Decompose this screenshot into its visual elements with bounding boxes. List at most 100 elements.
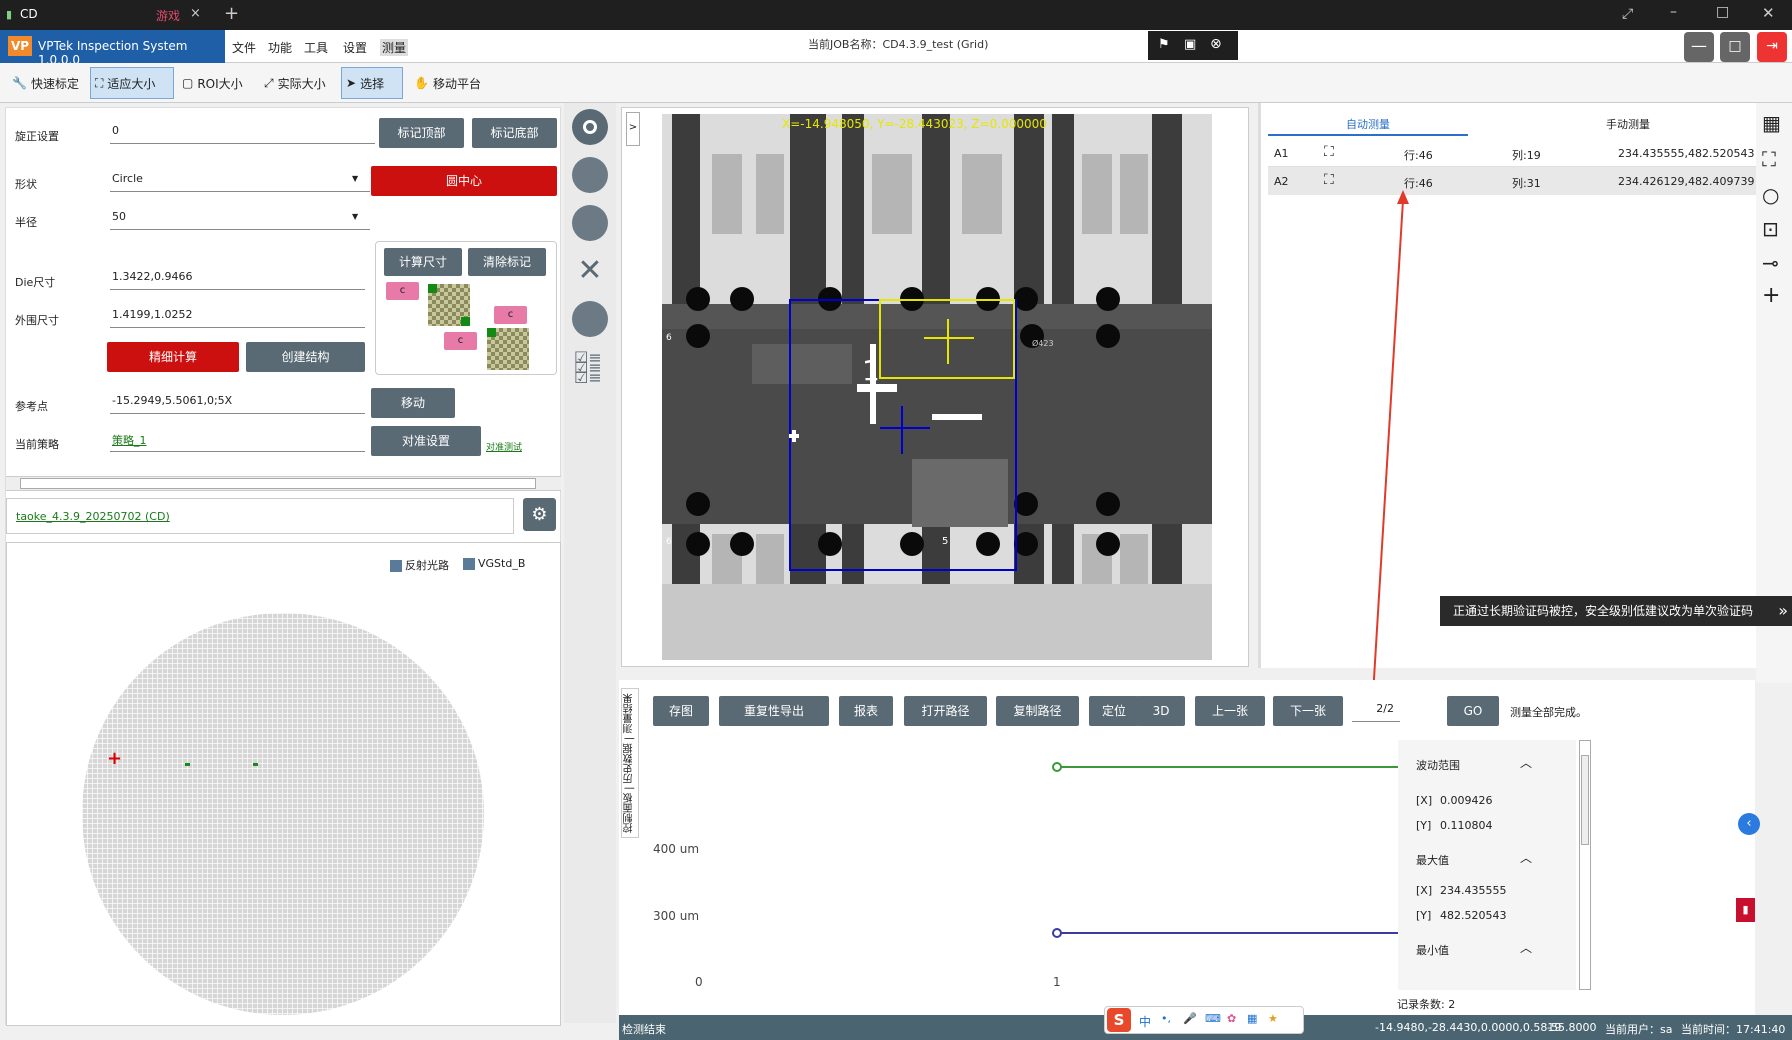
wafer-map[interactable] [82, 613, 484, 1015]
policy-link[interactable]: 策略_1 [110, 432, 365, 452]
corner-marker-1[interactable]: c [386, 282, 419, 300]
focus-icon[interactable]: ⛶ [1324, 172, 1334, 188]
rotate-input[interactable]: 0 [110, 124, 375, 144]
tab-control-panel[interactable]: 控制面板 [624, 793, 635, 833]
app-exit-button[interactable]: ⇥ [1757, 32, 1787, 62]
tools-icon[interactable]: ★ [1268, 1012, 1278, 1025]
fullscreen-icon[interactable]: ⤢ [1622, 6, 1633, 22]
ime-mode[interactable]: 中 [1139, 1013, 1151, 1030]
stats-scroll-thumb[interactable] [1581, 755, 1589, 845]
actual-size-button[interactable]: ⤢ 实际大小 [260, 67, 330, 99]
punctuation-icon[interactable]: •, [1161, 1012, 1171, 1025]
line-tool-icon[interactable]: ⊸ [1762, 251, 1779, 275]
menu-file[interactable]: 文件 [232, 39, 256, 56]
keyboard-icon[interactable]: ⌨ [1205, 1012, 1221, 1025]
go-button[interactable]: GO [1447, 696, 1499, 726]
image-frame-icon[interactable] [572, 301, 608, 337]
menu-measure[interactable]: 测量 [380, 39, 409, 56]
panel-splitter[interactable] [1258, 103, 1261, 668]
fit-size-button[interactable]: ⛶ 适应大小 [90, 67, 174, 99]
move-stage-button[interactable]: ✋ 移动平台 [410, 67, 485, 99]
report-button[interactable]: 报表 [839, 696, 893, 726]
roi-size-button[interactable]: ▢ ROI大小 [178, 67, 247, 99]
collapse-icon[interactable]: ‹ [1738, 813, 1760, 835]
outer-size-input[interactable]: 1.4199,1.0252 [110, 308, 365, 328]
corner-marker-3[interactable]: c [444, 332, 477, 350]
circle-center-button[interactable]: 圆中心 [371, 166, 557, 196]
network-list-icon[interactable] [572, 157, 608, 193]
image-viewer[interactable]: > 1 5 6 6 Ø423 X=-14.948050, Y=-28.44302… [621, 107, 1249, 667]
horizontal-scrollbar[interactable] [6, 476, 561, 491]
chevron-up-icon[interactable]: ︿ [1520, 849, 1532, 866]
circle-tool-icon[interactable]: ○ [1762, 183, 1779, 207]
open-path-button[interactable]: 打开路径 [904, 696, 987, 726]
page-input[interactable]: 2/2 [1352, 702, 1400, 722]
create-structure-button[interactable]: 创建结构 [246, 342, 365, 372]
mark-bottom-button[interactable]: 标记底部 [472, 118, 557, 148]
maximize-icon[interactable]: □ [1716, 4, 1729, 20]
chevron-up-icon[interactable]: ︿ [1520, 939, 1532, 956]
reflect-path-checkbox[interactable]: 反射光路 [390, 557, 449, 573]
settings-gear-icon[interactable]: ⚙ [523, 498, 556, 531]
quick-calibrate-button[interactable]: 🔧 快速标定 [8, 67, 83, 99]
calc-size-button[interactable]: 计算尺寸 [384, 248, 462, 276]
close-tab-icon[interactable]: × [190, 6, 201, 21]
tab-history[interactable]: 历史数据 [624, 743, 635, 783]
menu-settings[interactable]: 设置 [343, 39, 367, 56]
radius-select[interactable]: 50 [110, 210, 370, 230]
corner-marker-2[interactable]: c [494, 306, 527, 324]
inspection-image[interactable]: 1 5 6 6 Ø423 X=-14.948050, Y=-28.443023,… [662, 114, 1212, 660]
chevron-up-icon[interactable]: ︿ [1520, 754, 1532, 771]
tab-results[interactable]: 测量结果 [624, 693, 635, 733]
mic-icon[interactable]: 🎤 [1183, 1012, 1197, 1025]
move-button[interactable]: 移动 [371, 388, 455, 418]
app-maximize-button[interactable]: □ [1720, 32, 1750, 62]
shape-select[interactable]: Circle [110, 172, 370, 192]
ref-point-input[interactable]: -15.2949,5.5061,0;5X [110, 394, 365, 414]
mark-top-button[interactable]: 标记顶部 [379, 118, 464, 148]
minimize-icon[interactable]: – [1670, 4, 1677, 20]
screen-icon[interactable]: ▣ [1184, 37, 1196, 52]
table-row[interactable]: A2 ⛶ 行:46 列:31 234.426129,482.409739 [1268, 167, 1760, 195]
sogou-logo-icon[interactable]: S [1107, 1008, 1131, 1032]
table-row[interactable]: A1 ⛶ 行:46 列:19 234.435555,482.520543 [1268, 139, 1760, 167]
align-settings-button[interactable]: 对准设置 [371, 426, 481, 456]
menu-function[interactable]: 功能 [268, 39, 292, 56]
save-image-button[interactable]: 存图 [653, 696, 709, 726]
checklist-icon[interactable]: ☑≡ ☑≡ ☑≡ [574, 350, 608, 386]
stats-scrollbar[interactable] [1579, 740, 1591, 990]
grid-tool-icon[interactable]: ▦ [1762, 111, 1781, 135]
skin-icon[interactable]: ✿ [1227, 1012, 1236, 1025]
fine-calc-button[interactable]: 精细计算 [107, 342, 239, 372]
grid-globe-icon[interactable] [572, 205, 608, 241]
chevron-right-icon[interactable]: » [1778, 596, 1788, 626]
recipe-link[interactable]: taoke_4.3.9_20250702 (CD) [16, 510, 170, 523]
die-size-input[interactable]: 1.3422,0.9466 [110, 270, 365, 290]
repeat-export-button[interactable]: 重复性导出 [719, 696, 829, 726]
vgstd-checkbox[interactable]: VGStd_B [463, 557, 525, 570]
new-tab-icon[interactable]: + [224, 3, 239, 24]
bookmark-icon[interactable]: ▮ [1736, 898, 1755, 922]
expand-arrow-icon[interactable]: > [626, 112, 640, 146]
center-tool-icon[interactable]: ⊡ [1762, 217, 1779, 241]
tab-manual-measure[interactable]: 手动测量 [1528, 116, 1728, 132]
3d-button[interactable]: 3D [1137, 696, 1185, 726]
frame-tool-icon[interactable]: ⛶ [1762, 147, 1776, 171]
focus-icon[interactable]: ⛶ [1324, 144, 1334, 160]
next-button[interactable]: 下一张 [1273, 696, 1343, 726]
menu-tools[interactable]: 工具 [304, 39, 328, 56]
copy-path-button[interactable]: 复制路径 [996, 696, 1079, 726]
crosshair-tool-icon[interactable]: + [1762, 283, 1780, 308]
tab-title[interactable]: CD [20, 7, 38, 21]
scrollbar-thumb[interactable] [20, 478, 536, 489]
apps-icon[interactable]: ▦ [1247, 1012, 1257, 1025]
clear-marks-button[interactable]: 清除标记 [468, 248, 546, 276]
select-button[interactable]: ➤ 选择 [341, 67, 403, 99]
flag-icon[interactable]: ⚑ [1158, 37, 1170, 52]
align-test-link[interactable]: 对准测试 [486, 440, 522, 453]
locate-button[interactable]: 定位 [1089, 696, 1139, 726]
prev-button[interactable]: 上一张 [1195, 696, 1265, 726]
close-remote-icon[interactable]: ⊗ [1210, 36, 1222, 52]
ruler-icon[interactable]: ✕ [572, 253, 608, 289]
tab-auto-measure[interactable]: 自动测量 [1268, 116, 1468, 132]
